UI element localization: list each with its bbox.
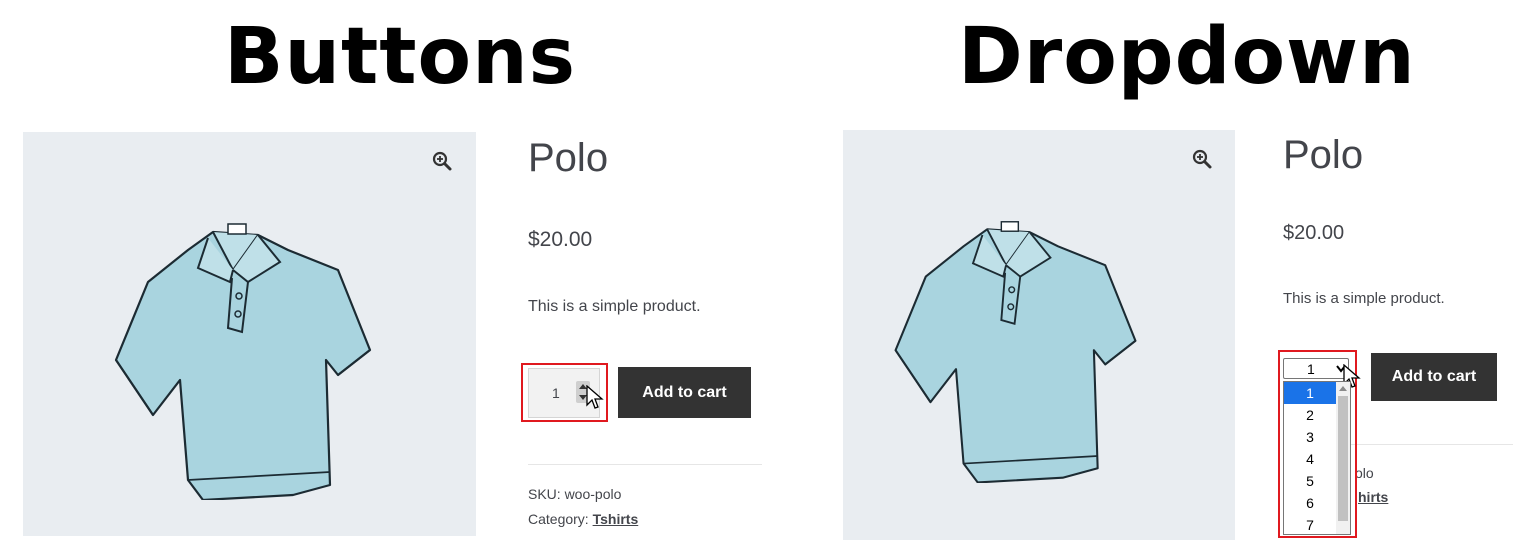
product-description: This is a simple product. (528, 298, 701, 315)
zoom-in-icon[interactable] (431, 150, 453, 172)
dropdown-option[interactable]: 4 (1284, 448, 1336, 470)
scroll-up-arrow-icon[interactable] (1339, 385, 1347, 391)
product-price-right: $20.00 (1283, 222, 1345, 244)
add-to-cart-button-right[interactable]: Add to cart (1371, 353, 1497, 401)
shirt-illustration (894, 221, 1137, 483)
product-price: $20.00 (528, 228, 593, 251)
dropdown-option[interactable]: 7 (1284, 514, 1336, 536)
dropdown-option[interactable]: 6 (1284, 492, 1336, 514)
product-description-right: This is a simple product. (1283, 290, 1445, 307)
category-link-partial[interactable]: hirts (1358, 489, 1388, 505)
product-image[interactable] (23, 132, 476, 536)
zoom-in-icon[interactable] (1191, 148, 1213, 170)
scrollbar-thumb[interactable] (1338, 396, 1348, 521)
product-sku-partial: olo (1355, 465, 1374, 481)
shirt-illustration (114, 223, 372, 500)
product-category: Category: Tshirts (528, 511, 638, 527)
select-value: 1 (1307, 361, 1315, 377)
buttons-heading: Buttons (224, 12, 577, 102)
dropdown-option[interactable]: 3 (1284, 426, 1336, 448)
dropdown-option[interactable]: 5 (1284, 470, 1336, 492)
product-image-right[interactable] (843, 130, 1235, 540)
category-link[interactable]: Tshirts (593, 511, 639, 527)
category-prefix: Category: (528, 511, 593, 527)
dropdown-heading: Dropdown (958, 12, 1416, 102)
mouse-cursor-icon (586, 385, 604, 409)
dropdown-list[interactable]: 1 2 3 4 5 6 7 (1283, 381, 1351, 535)
product-sku: SKU: woo-polo (528, 486, 622, 502)
quantity-value: 1 (552, 385, 560, 401)
divider (528, 464, 762, 465)
quantity-select[interactable]: 1 (1283, 358, 1349, 379)
dropdown-option[interactable]: 1 (1284, 382, 1336, 404)
product-title: Polo (528, 136, 609, 180)
quantity-stepper[interactable]: 1 (528, 368, 604, 418)
add-to-cart-button[interactable]: Add to cart (618, 367, 751, 418)
dropdown-option[interactable]: 2 (1284, 404, 1336, 426)
dropdown-scrollbar[interactable] (1336, 382, 1350, 534)
product-title-right: Polo (1283, 133, 1364, 177)
